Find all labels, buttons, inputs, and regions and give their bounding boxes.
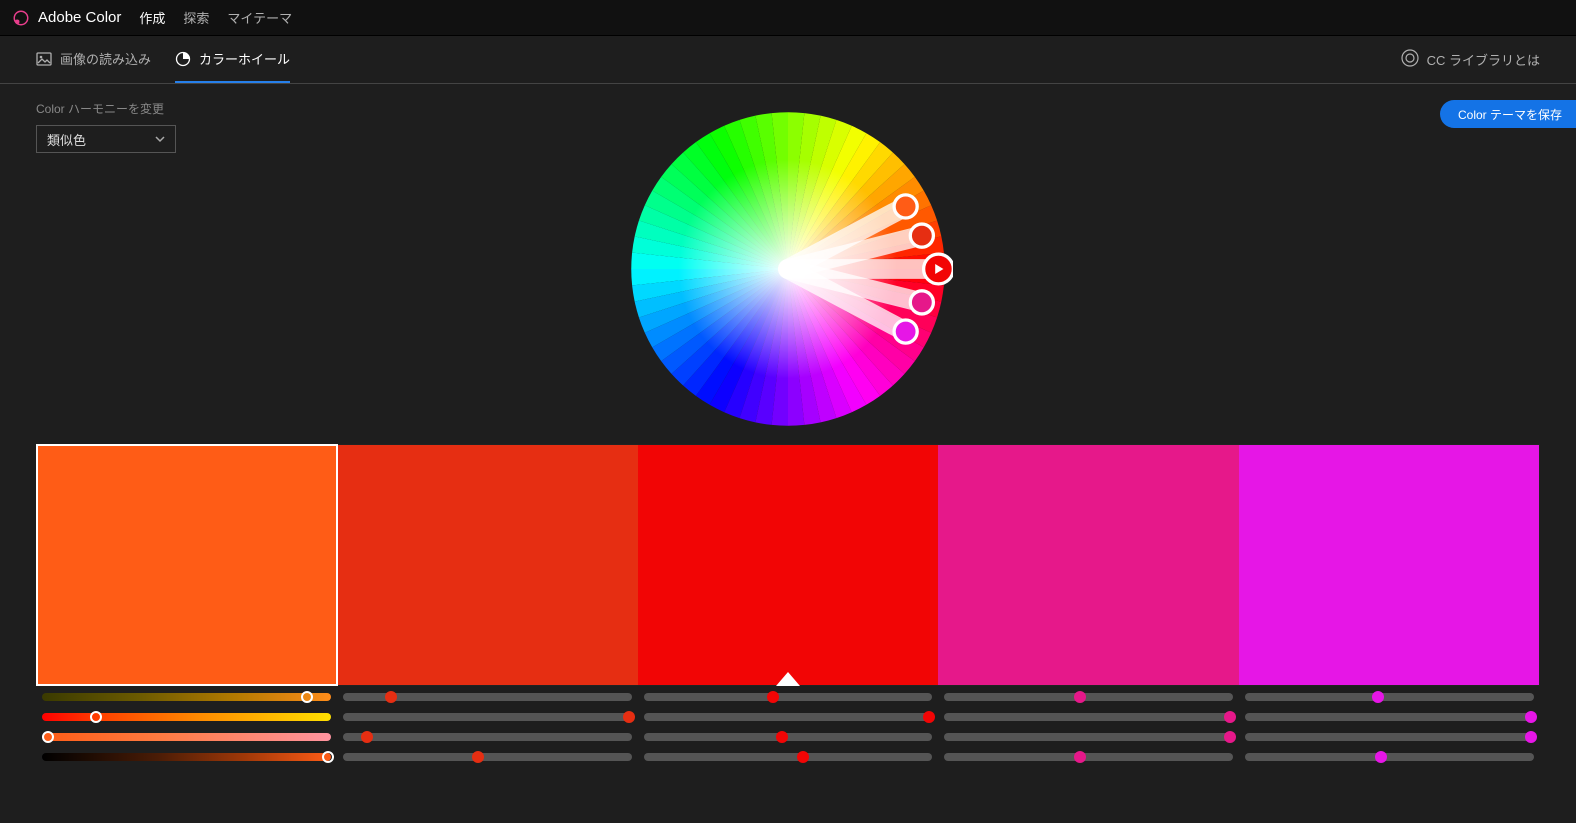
slider-sat-1[interactable] <box>337 712 638 722</box>
save-theme-label: Color テーマを保存 <box>1458 106 1562 123</box>
harmony-label: Color ハーモニーを変更 <box>36 100 176 117</box>
slider-hue-2[interactable] <box>638 692 939 702</box>
swatch-3[interactable] <box>938 445 1238 685</box>
slider-thumb[interactable] <box>1074 691 1086 703</box>
slider-hue-3[interactable] <box>938 692 1239 702</box>
slider-bright-2[interactable] <box>638 752 939 762</box>
tab-import-image[interactable]: 画像の読み込み <box>36 36 151 83</box>
slider-sat-0[interactable] <box>36 712 337 722</box>
slider-row-bright <box>36 752 1540 762</box>
harmony-selected-value: 類似色 <box>47 130 86 149</box>
sliders-area <box>0 692 1576 762</box>
swatch-2[interactable] <box>638 445 938 685</box>
top-bar: Adobe Color 作成 探索 マイテーマ <box>0 0 1576 36</box>
slider-thumb[interactable] <box>42 731 54 743</box>
tab-import-image-label: 画像の読み込み <box>60 49 151 68</box>
slider-thumb[interactable] <box>1372 691 1384 703</box>
app-title: Adobe Color <box>38 9 121 26</box>
nav-explore[interactable]: 探索 <box>183 8 209 27</box>
slider-thumb[interactable] <box>361 731 373 743</box>
slider-light-mix-0[interactable] <box>36 732 337 742</box>
slider-thumb[interactable] <box>923 711 935 723</box>
wheel-handle-0[interactable] <box>894 195 917 218</box>
slider-thumb[interactable] <box>90 711 102 723</box>
slider-bright-1[interactable] <box>337 752 638 762</box>
slider-light-mix-4[interactable] <box>1239 732 1540 742</box>
slider-hue-4[interactable] <box>1239 692 1540 702</box>
wheel-handle-3[interactable] <box>910 291 933 314</box>
slider-row-sat <box>36 712 1540 722</box>
slider-light-mix-2[interactable] <box>638 732 939 742</box>
slider-thumb[interactable] <box>1525 731 1537 743</box>
swatch-4[interactable] <box>1239 445 1539 685</box>
slider-bright-4[interactable] <box>1239 752 1540 762</box>
swatch-area <box>0 444 1576 686</box>
slider-thumb[interactable] <box>797 751 809 763</box>
slider-sat-4[interactable] <box>1239 712 1540 722</box>
slider-thumb[interactable] <box>1224 711 1236 723</box>
color-wheel[interactable] <box>623 104 953 434</box>
slider-bright-0[interactable] <box>36 752 337 762</box>
slider-bright-3[interactable] <box>938 752 1239 762</box>
adobe-color-logo-icon <box>12 9 30 27</box>
slider-sat-2[interactable] <box>638 712 939 722</box>
app-logo[interactable]: Adobe Color <box>12 9 121 27</box>
slider-thumb[interactable] <box>472 751 484 763</box>
swatch-0[interactable] <box>37 445 337 685</box>
cc-library-label: CC ライブラリとは <box>1427 50 1540 69</box>
save-theme-button[interactable]: Color テーマを保存 <box>1440 100 1576 128</box>
sub-tabs: 画像の読み込み カラーホイール <box>36 36 290 83</box>
slider-sat-3[interactable] <box>938 712 1239 722</box>
slider-hue-1[interactable] <box>337 692 638 702</box>
slider-thumb[interactable] <box>322 751 334 763</box>
slider-thumb[interactable] <box>1074 751 1086 763</box>
cc-library-link[interactable]: CC ライブラリとは <box>1401 49 1540 70</box>
chevron-down-icon <box>155 134 165 144</box>
harmony-select[interactable]: 類似色 <box>36 125 176 153</box>
wheel-icon <box>175 51 191 67</box>
slider-thumb[interactable] <box>623 711 635 723</box>
slider-light-mix-3[interactable] <box>938 732 1239 742</box>
main-area: Color ハーモニーを変更 類似色 Color テーマを保存 <box>0 84 1576 762</box>
slider-hue-0[interactable] <box>36 692 337 702</box>
sub-bar: 画像の読み込み カラーホイール CC ライブラリとは <box>0 36 1576 84</box>
swatch-1[interactable] <box>337 445 637 685</box>
slider-thumb[interactable] <box>776 731 788 743</box>
slider-thumb[interactable] <box>301 691 313 703</box>
harmony-panel: Color ハーモニーを変更 類似色 <box>36 100 176 153</box>
image-icon <box>36 51 52 67</box>
slider-thumb[interactable] <box>1525 711 1537 723</box>
tab-color-wheel[interactable]: カラーホイール <box>175 36 290 83</box>
swatch-row <box>36 444 1540 686</box>
nav-mythemes[interactable]: マイテーマ <box>227 8 292 27</box>
tab-color-wheel-label: カラーホイール <box>199 49 290 68</box>
wheel-handle-1[interactable] <box>910 224 933 247</box>
slider-thumb[interactable] <box>767 691 779 703</box>
slider-thumb[interactable] <box>385 691 397 703</box>
base-color-marker <box>776 672 800 686</box>
slider-row-hue <box>36 692 1540 702</box>
slider-thumb[interactable] <box>1224 731 1236 743</box>
wheel-handle-4[interactable] <box>894 320 917 343</box>
cc-icon <box>1401 49 1419 70</box>
slider-row-light-mix <box>36 732 1540 742</box>
nav-create[interactable]: 作成 <box>139 8 165 27</box>
slider-light-mix-1[interactable] <box>337 732 638 742</box>
slider-thumb[interactable] <box>1375 751 1387 763</box>
